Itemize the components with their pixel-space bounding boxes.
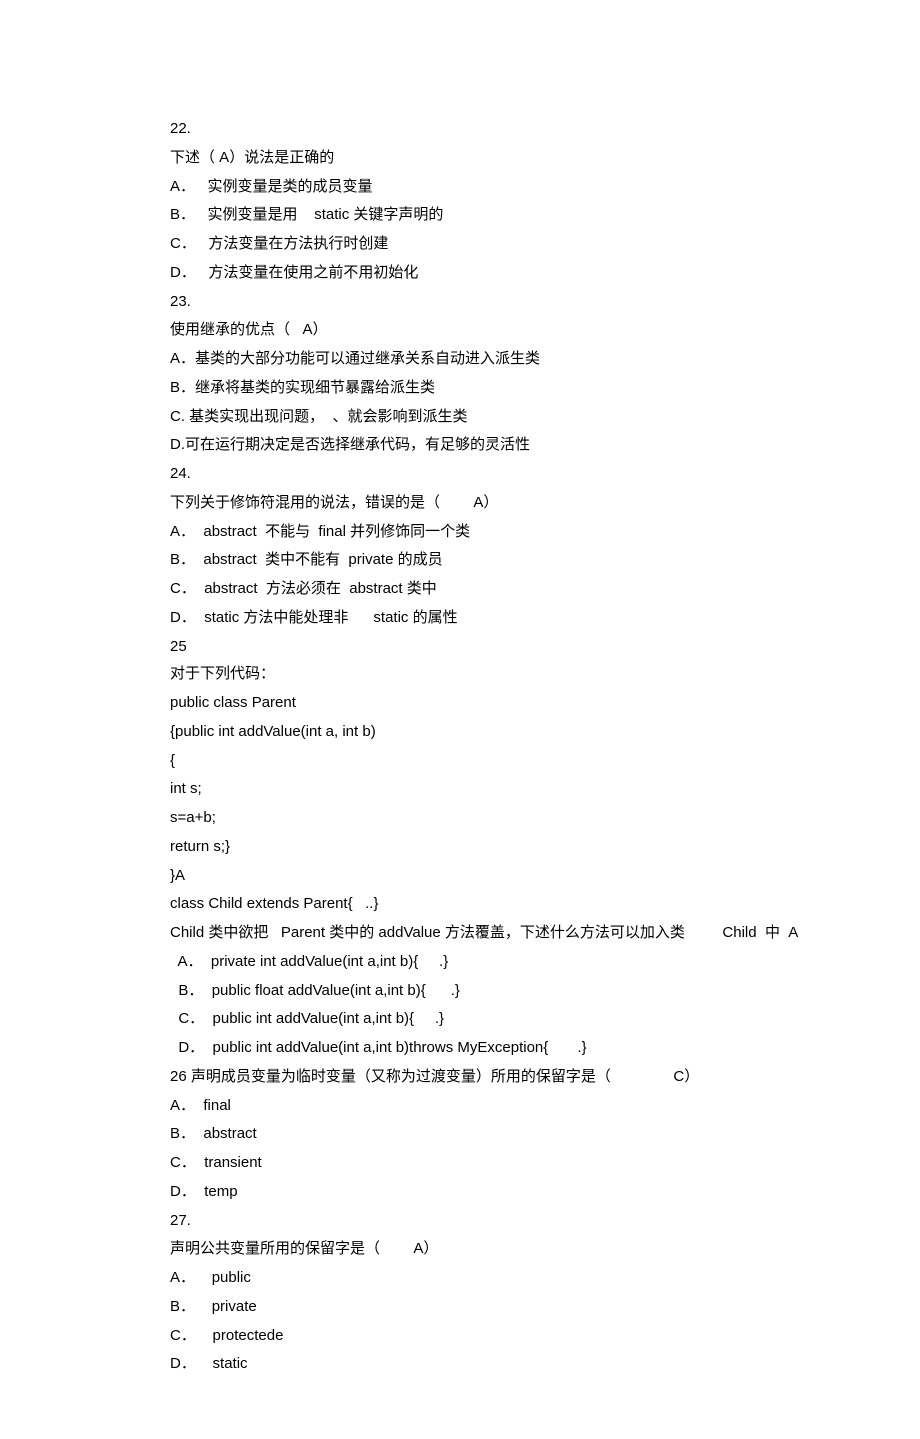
- text-line: 26 声明成员变量为临时变量（又称为过渡变量）所用的保留字是（ C）: [170, 1063, 750, 1092]
- text-line: D． public int addValue(int a,int b)throw…: [170, 1034, 750, 1063]
- text-line: D． 方法变量在使用之前不用初始化: [170, 259, 750, 288]
- text-line: public class Parent: [170, 689, 750, 718]
- text-line: D． temp: [170, 1178, 750, 1207]
- text-line: Child 类中欲把 Parent 类中的 addValue 方法覆盖，下述什么…: [170, 919, 750, 948]
- text-line: {: [170, 747, 750, 776]
- text-line: 下述（ A）说法是正确的: [170, 144, 750, 173]
- text-line: B． private: [170, 1293, 750, 1322]
- text-line: C． abstract 方法必须在 abstract 类中: [170, 575, 750, 604]
- text-line: B． abstract: [170, 1120, 750, 1149]
- text-line: A． final: [170, 1092, 750, 1121]
- text-line: D． static 方法中能处理非 static 的属性: [170, 604, 750, 633]
- text-line: class Child extends Parent{ ..}: [170, 890, 750, 919]
- text-line: B．继承将基类的实现细节暴露给派生类: [170, 374, 750, 403]
- text-line: D.可在运行期决定是否选择继承代码，有足够的灵活性: [170, 431, 750, 460]
- text-line: 使用继承的优点（ A）: [170, 316, 750, 345]
- text-line: C． transient: [170, 1149, 750, 1178]
- text-line: D． static: [170, 1350, 750, 1379]
- text-line: A．基类的大部分功能可以通过继承关系自动进入派生类: [170, 345, 750, 374]
- text-line: A． abstract 不能与 final 并列修饰同一个类: [170, 518, 750, 547]
- text-line: }A: [170, 862, 750, 891]
- text-line: int s;: [170, 775, 750, 804]
- document-page: 22.下述（ A）说法是正确的A． 实例变量是类的成员变量B． 实例变量是用 s…: [0, 0, 920, 1439]
- text-line: 对于下列代码：: [170, 661, 750, 689]
- text-line: 27.: [170, 1207, 750, 1236]
- text-line: 下列关于修饰符混用的说法，错误的是（ A）: [170, 489, 750, 518]
- text-line: C． 方法变量在方法执行时创建: [170, 230, 750, 259]
- text-line: A． public: [170, 1264, 750, 1293]
- text-line: B． 实例变量是用 static 关键字声明的: [170, 201, 750, 230]
- text-line: 22.: [170, 115, 750, 144]
- text-line: 25: [170, 633, 750, 662]
- document-body: 22.下述（ A）说法是正确的A． 实例变量是类的成员变量B． 实例变量是用 s…: [170, 115, 750, 1379]
- text-line: {public int addValue(int a, int b): [170, 718, 750, 747]
- text-line: A． private int addValue(int a,int b){ .}: [170, 948, 750, 977]
- text-line: A． 实例变量是类的成员变量: [170, 173, 750, 202]
- text-line: 23.: [170, 288, 750, 317]
- text-line: 声明公共变量所用的保留字是（ A）: [170, 1235, 750, 1264]
- text-line: s=a+b;: [170, 804, 750, 833]
- text-line: C. 基类实现出现问题， 、就会影响到派生类: [170, 403, 750, 432]
- text-line: return s;}: [170, 833, 750, 862]
- text-line: B． abstract 类中不能有 private 的成员: [170, 546, 750, 575]
- text-line: C． public int addValue(int a,int b){ .}: [170, 1005, 750, 1034]
- text-line: B． public float addValue(int a,int b){ .…: [170, 977, 750, 1006]
- text-line: 24.: [170, 460, 750, 489]
- text-line: C． protectede: [170, 1322, 750, 1351]
